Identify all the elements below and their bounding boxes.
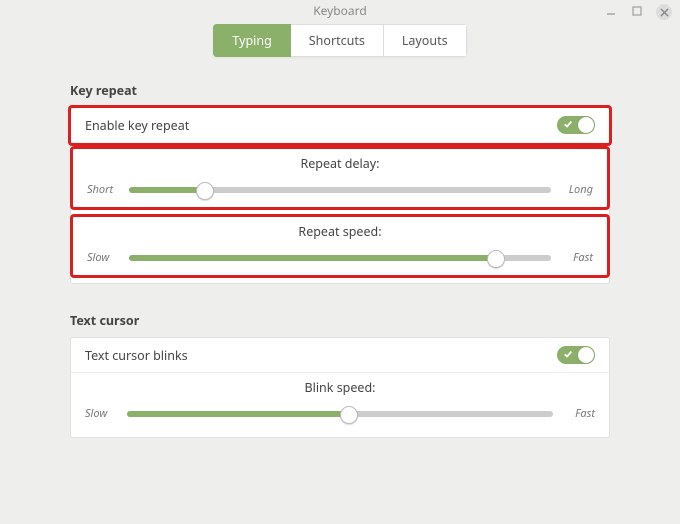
tab-shortcuts-label: Shortcuts bbox=[309, 32, 365, 49]
tabs-container: Typing Shortcuts Layouts bbox=[0, 24, 680, 57]
repeat-speed-slider[interactable] bbox=[129, 255, 551, 261]
minimize-icon[interactable] bbox=[604, 4, 618, 18]
text-cursor-blinks-row: Text cursor blinks bbox=[71, 338, 609, 373]
window-title: Keyboard bbox=[313, 2, 367, 19]
slider-thumb[interactable] bbox=[196, 182, 214, 200]
tab-typing-label: Typing bbox=[232, 32, 271, 49]
blink-speed-block: Blink speed: Slow Fast bbox=[71, 373, 609, 431]
slider-fill bbox=[127, 411, 349, 417]
text-cursor-blinks-switch[interactable] bbox=[557, 346, 595, 364]
repeat-delay-slider[interactable] bbox=[129, 187, 551, 193]
repeat-delay-title: Repeat delay: bbox=[87, 155, 593, 172]
tab-layouts-label: Layouts bbox=[402, 32, 448, 49]
key-repeat-panel: Enable key repeat Repeat delay: Short Lo… bbox=[70, 107, 610, 284]
blink-speed-left-label: Slow bbox=[85, 406, 119, 421]
blink-speed-title: Blink speed: bbox=[85, 379, 595, 396]
switch-knob bbox=[578, 117, 594, 133]
repeat-speed-block: Repeat speed: Slow Fast bbox=[73, 217, 607, 275]
enable-key-repeat-switch[interactable] bbox=[557, 116, 595, 134]
key-repeat-heading: Key repeat bbox=[70, 82, 610, 99]
tab-layouts[interactable]: Layouts bbox=[384, 24, 467, 57]
repeat-delay-right-label: Long bbox=[559, 182, 593, 197]
title-bar: Keyboard bbox=[0, 0, 680, 22]
blink-speed-slider[interactable] bbox=[127, 411, 553, 417]
blink-speed-right-label: Fast bbox=[561, 406, 595, 421]
switch-knob bbox=[578, 347, 594, 363]
slider-fill bbox=[129, 255, 496, 261]
enable-key-repeat-row: Enable key repeat bbox=[71, 108, 609, 143]
text-cursor-heading: Text cursor bbox=[70, 312, 610, 329]
repeat-delay-left-label: Short bbox=[87, 182, 121, 197]
repeat-speed-left-label: Slow bbox=[87, 250, 121, 265]
close-icon[interactable] bbox=[656, 4, 672, 20]
text-cursor-panel: Text cursor blinks Blink speed: Slow Fas… bbox=[70, 337, 610, 438]
repeat-delay-block: Repeat delay: Short Long bbox=[73, 149, 607, 207]
slider-thumb[interactable] bbox=[487, 250, 505, 268]
text-cursor-blinks-label: Text cursor blinks bbox=[85, 347, 188, 364]
maximize-icon[interactable] bbox=[630, 4, 644, 18]
repeat-speed-right-label: Fast bbox=[559, 250, 593, 265]
slider-fill bbox=[129, 187, 205, 193]
repeat-speed-title: Repeat speed: bbox=[87, 223, 593, 240]
window-controls bbox=[604, 4, 672, 20]
slider-thumb[interactable] bbox=[340, 406, 358, 424]
tab-shortcuts[interactable]: Shortcuts bbox=[291, 24, 384, 57]
tab-typing[interactable]: Typing bbox=[213, 24, 290, 57]
checkmark-icon bbox=[563, 349, 573, 359]
checkmark-icon bbox=[563, 119, 573, 129]
enable-key-repeat-label: Enable key repeat bbox=[85, 117, 189, 134]
